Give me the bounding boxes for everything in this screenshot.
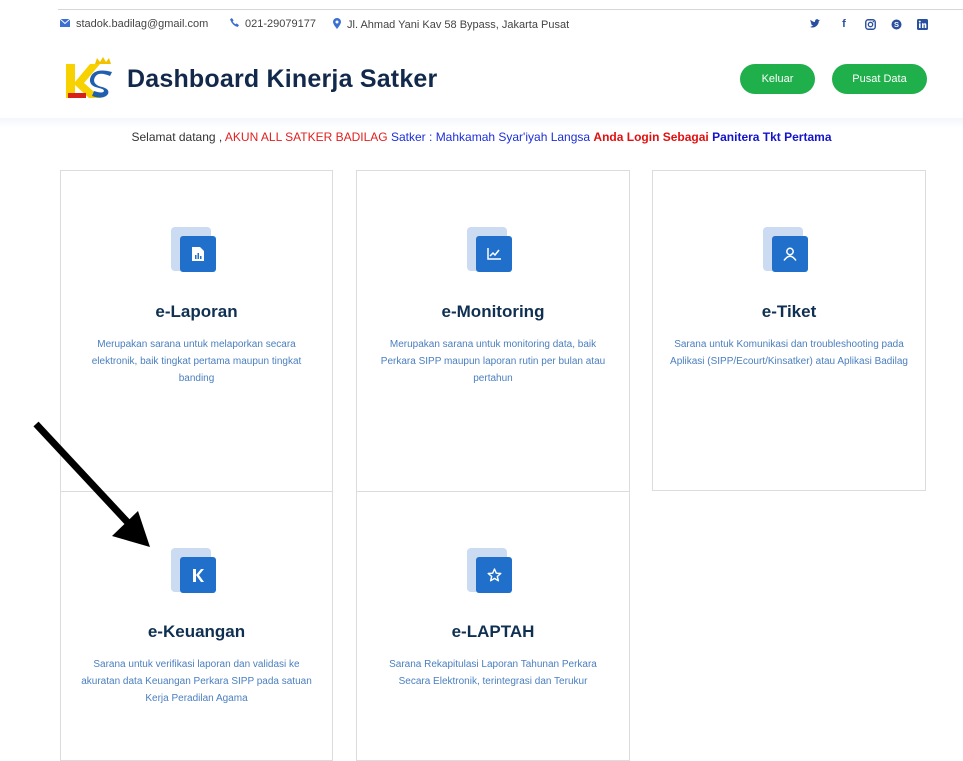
contact-address-text: Jl. Ahmad Yani Kav 58 Bypass, Jakarta Pu… <box>347 19 570 31</box>
card-description: Sarana Rekapitulasi Laporan Tahunan Perk… <box>389 659 597 687</box>
instagram-icon[interactable] <box>863 17 877 31</box>
card-title: e-Tiket <box>761 302 817 321</box>
envelope-icon <box>59 18 71 30</box>
welcome-message: Selamat datang , AKUN ALL SATKER BADILAG… <box>0 130 963 144</box>
top-divider <box>58 9 963 10</box>
contact-phone-text: 021-29079177 <box>245 18 316 30</box>
card-description: Sarana untuk verifikasi laporan dan vali… <box>81 659 312 704</box>
facebook-icon[interactable]: f <box>837 17 851 31</box>
contact-email[interactable]: stadok.badilag@gmail.com <box>59 18 209 30</box>
contact-bar: stadok.badilag@gmail.com 021-29079177 Jl… <box>59 14 930 36</box>
user-icon <box>772 236 808 272</box>
card-e-keuangan[interactable]: e-Keuangan Sarana untuk verifikasi lapor… <box>60 491 333 761</box>
line-chart-icon <box>476 236 512 272</box>
twitter-icon[interactable] <box>808 17 822 31</box>
skype-icon[interactable]: S <box>889 17 903 31</box>
contact-address[interactable]: Jl. Ahmad Yani Kav 58 Bypass, Jakarta Pu… <box>333 18 569 32</box>
card-e-laporan[interactable]: e-Laporan Merupakan sarana untuk melapor… <box>60 170 333 492</box>
phone-icon <box>230 18 239 30</box>
report-file-icon <box>179 236 216 272</box>
map-pin-icon <box>333 18 341 32</box>
card-icon <box>170 227 223 285</box>
card-icon <box>467 227 519 285</box>
card-description: Merupakan sarana untuk monitoring data, … <box>380 339 606 384</box>
page-title: Dashboard Kinerja Satker <box>127 65 438 93</box>
contact-email-text: stadok.badilag@gmail.com <box>76 18 209 30</box>
card-icon <box>763 227 815 285</box>
site-header: Dashboard Kinerja Satker Keluar Pusat Da… <box>0 48 963 118</box>
contact-phone[interactable]: 021-29079177 <box>230 18 316 30</box>
welcome-login-as: Anda Login Sebagai <box>593 130 709 144</box>
welcome-greeting: Selamat datang , <box>131 130 223 144</box>
k-letter-icon <box>179 557 216 593</box>
star-icon <box>476 557 512 593</box>
card-e-tiket[interactable]: e-Tiket Sarana untuk Komunikasi dan trou… <box>652 170 926 491</box>
welcome-account: AKUN ALL SATKER BADILAG <box>224 130 388 144</box>
card-e-laptah[interactable]: e-LAPTAH Sarana Rekapitulasi Laporan Tah… <box>356 491 630 761</box>
ks-logo[interactable] <box>66 56 128 102</box>
welcome-role: Panitera Tkt Pertama <box>712 130 832 144</box>
card-title: e-Laporan <box>155 302 238 321</box>
card-icon <box>467 548 519 606</box>
card-title: e-Monitoring <box>441 302 545 321</box>
welcome-satker-name: Mahkamah Syar'iyah Langsa <box>435 130 591 144</box>
svg-text:S: S <box>893 20 898 29</box>
logout-button[interactable]: Keluar <box>740 64 815 94</box>
pusat-data-button[interactable]: Pusat Data <box>832 64 927 94</box>
header-shadow <box>0 118 963 128</box>
card-e-monitoring[interactable]: e-Monitoring Merupakan sarana untuk moni… <box>356 170 630 492</box>
card-title: e-LAPTAH <box>451 622 535 641</box>
linkedin-icon[interactable] <box>915 17 929 31</box>
card-description: Merupakan sarana untuk melaporkan secara… <box>91 339 302 384</box>
welcome-satker-label: Satker : <box>390 130 433 144</box>
card-icon <box>170 548 223 606</box>
card-title: e-Keuangan <box>147 622 246 641</box>
card-description: Sarana untuk Komunikasi dan troubleshoot… <box>670 339 908 367</box>
